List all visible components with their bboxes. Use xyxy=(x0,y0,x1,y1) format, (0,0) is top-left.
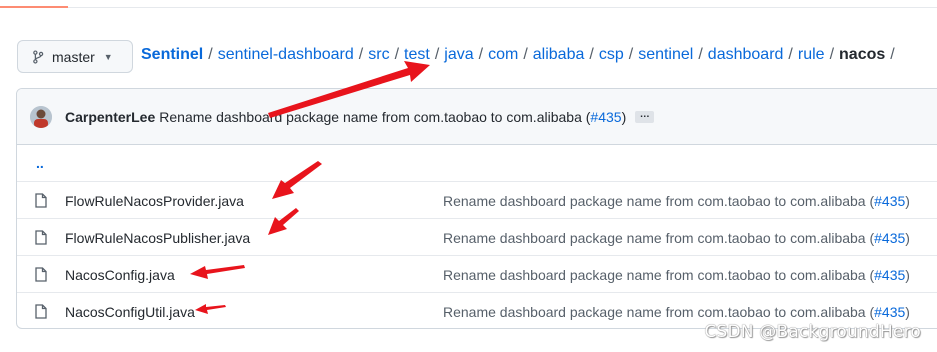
breadcrumb-trailing-separator: / xyxy=(890,46,895,63)
breadcrumb-separator: / xyxy=(478,46,484,63)
file-commit-pr-link[interactable]: #435 xyxy=(874,230,905,246)
file-commit-pr-link[interactable]: #435 xyxy=(874,267,905,283)
commit-author[interactable]: CarpenterLee xyxy=(65,109,155,125)
breadcrumb-separator: / xyxy=(434,46,440,63)
commit-expand-button[interactable]: … xyxy=(635,109,655,123)
breadcrumb-link-src[interactable]: src xyxy=(368,46,389,63)
breadcrumb-separator: / xyxy=(829,46,835,63)
table-row: FlowRuleNacosPublisher.java Rename dashb… xyxy=(17,218,937,255)
parent-directory-link[interactable]: .. xyxy=(36,155,44,171)
breadcrumb-separator: / xyxy=(628,46,634,63)
branch-label: master xyxy=(52,48,95,65)
file-commit-close: ) xyxy=(905,304,910,320)
commit-pr-link[interactable]: #435 xyxy=(590,109,621,125)
breadcrumb-separator: / xyxy=(394,46,400,63)
file-name-link[interactable]: NacosConfigUtil.java xyxy=(65,304,195,320)
file-browser-box: CarpenterLee Rename dashboard package na… xyxy=(16,88,937,329)
commit-message-text: Rename dashboard package name from com.t… xyxy=(159,108,591,125)
chevron-down-icon: ▼ xyxy=(103,51,113,62)
commit-message[interactable]: Rename dashboard package name from com.t… xyxy=(159,109,626,125)
commit-message-close: ) xyxy=(621,108,627,125)
avatar[interactable] xyxy=(30,105,52,128)
file-commit-text[interactable]: Rename dashboard package name from com.t… xyxy=(443,267,874,283)
breadcrumb-separator: / xyxy=(698,46,703,63)
breadcrumb-link-rule[interactable]: rule xyxy=(798,46,825,63)
breadcrumb-separator: / xyxy=(523,46,528,63)
file-commit-message: Rename dashboard package name from com.t… xyxy=(443,230,910,246)
file-commit-message: Rename dashboard package name from com.t… xyxy=(443,267,910,283)
file-icon xyxy=(35,304,47,319)
breadcrumb: Sentinel / sentinel-dashboard / src / test / jav… xyxy=(141,46,900,64)
breadcrumb-current: nacos xyxy=(839,46,886,63)
breadcrumb-separator: / xyxy=(589,46,594,63)
file-name-link[interactable]: FlowRuleNacosProvider.java xyxy=(65,193,244,209)
breadcrumb-separator: / xyxy=(358,46,364,63)
file-icon xyxy=(35,230,47,245)
breadcrumb-link-csp[interactable]: csp xyxy=(599,46,624,63)
breadcrumb-link-alibaba[interactable]: alibaba xyxy=(533,46,585,63)
git-branch-icon xyxy=(33,49,44,64)
breadcrumb-repo-link[interactable]: Sentinel xyxy=(141,46,203,63)
file-commit-message: Rename dashboard package name from com.t… xyxy=(443,304,910,320)
active-tab-underline xyxy=(0,0,68,8)
file-commit-text[interactable]: Rename dashboard package name from com.t… xyxy=(443,230,874,246)
breadcrumb-separator: / xyxy=(208,46,213,63)
breadcrumb-link-dashboard[interactable]: dashboard xyxy=(708,46,784,63)
file-commit-message: Rename dashboard package name from com.t… xyxy=(443,193,910,209)
file-commit-pr-link[interactable]: #435 xyxy=(874,304,905,320)
watermark: CSDN @BackgroundHero xyxy=(704,322,921,342)
file-commit-text[interactable]: Rename dashboard package name from com.t… xyxy=(443,193,874,209)
latest-commit-bar: CarpenterLee Rename dashboard package na… xyxy=(17,89,937,145)
file-commit-close: ) xyxy=(905,230,910,246)
file-commit-close: ) xyxy=(905,193,910,209)
breadcrumb-link-sentinel[interactable]: sentinel xyxy=(638,46,693,63)
file-name-link[interactable]: NacosConfig.java xyxy=(65,267,175,283)
table-row: NacosConfig.java Rename dashboard packag… xyxy=(17,255,937,292)
parent-directory-row[interactable]: .. xyxy=(17,145,937,181)
branch-select-button[interactable]: master ▼ xyxy=(17,40,133,73)
file-icon xyxy=(35,267,47,282)
file-commit-pr-link[interactable]: #435 xyxy=(874,193,905,209)
breadcrumb-link-test[interactable]: test xyxy=(404,46,430,63)
breadcrumb-link-sentinel-dashboard[interactable]: sentinel-dashboard xyxy=(218,46,354,63)
file-icon xyxy=(35,193,47,208)
breadcrumb-separator: / xyxy=(788,46,793,63)
table-row: FlowRuleNacosProvider.java Rename dashbo… xyxy=(17,181,937,218)
file-commit-text[interactable]: Rename dashboard package name from com.t… xyxy=(443,304,874,320)
repo-nav-bar xyxy=(0,0,937,8)
file-name-link[interactable]: FlowRuleNacosPublisher.java xyxy=(65,230,250,246)
file-commit-close: ) xyxy=(905,267,910,283)
breadcrumb-link-java[interactable]: java xyxy=(444,46,473,63)
breadcrumb-link-com[interactable]: com xyxy=(488,46,518,63)
